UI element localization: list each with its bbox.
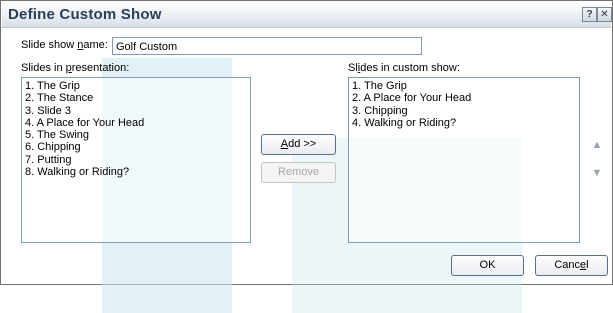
list-item[interactable]: 6. Chipping [25, 141, 247, 153]
slides-in-presentation-list[interactable]: 1. The Grip 2. The Stance 3. Slide 3 4. … [21, 77, 251, 243]
list-item[interactable]: 4. Walking or Riding? [352, 117, 576, 129]
slides-in-custom-show-label: Slides in custom show: [348, 62, 460, 74]
dialog-title: Define Custom Show [8, 6, 162, 23]
list-item[interactable]: 4. A Place for Your Head [25, 117, 247, 129]
list-item[interactable]: 7. Putting [25, 154, 247, 166]
ok-button[interactable]: OK [451, 255, 524, 276]
dialog-body: Slide show name: Golf Custom Slides in p… [2, 28, 611, 313]
define-custom-show-dialog: Define Custom Show ? ✕ Slide show name: … [0, 0, 613, 313]
cancel-button[interactable]: Cancel [535, 255, 608, 276]
list-item[interactable]: 2. A Place for Your Head [352, 92, 576, 104]
slides-in-custom-show-list[interactable]: 1. The Grip 2. A Place for Your Head 3. … [348, 77, 580, 243]
slides-in-presentation-label: Slides in presentation: [21, 62, 130, 74]
list-item[interactable]: 5. The Swing [25, 129, 247, 141]
slide-show-name-input[interactable]: Golf Custom [112, 37, 422, 55]
list-item[interactable]: 2. The Stance [25, 92, 247, 104]
close-icon[interactable]: ✕ [597, 7, 612, 22]
list-item[interactable]: 1. The Grip [25, 80, 247, 92]
arrow-down-icon[interactable]: ▼ [590, 166, 604, 180]
add-button[interactable]: Add >> [261, 134, 336, 155]
title-bar[interactable]: Define Custom Show ? ✕ [2, 2, 612, 28]
slide-show-name-label: Slide show name: [21, 39, 108, 51]
list-item[interactable]: 1. The Grip [352, 80, 576, 92]
arrow-up-icon[interactable]: ▲ [590, 138, 604, 152]
list-item[interactable]: 8. Walking or Riding? [25, 166, 247, 178]
remove-button[interactable]: Remove [261, 162, 336, 183]
list-item[interactable]: 3. Chipping [352, 105, 576, 117]
question-mark-icon[interactable]: ? [582, 7, 597, 22]
list-item[interactable]: 3. Slide 3 [25, 105, 247, 117]
